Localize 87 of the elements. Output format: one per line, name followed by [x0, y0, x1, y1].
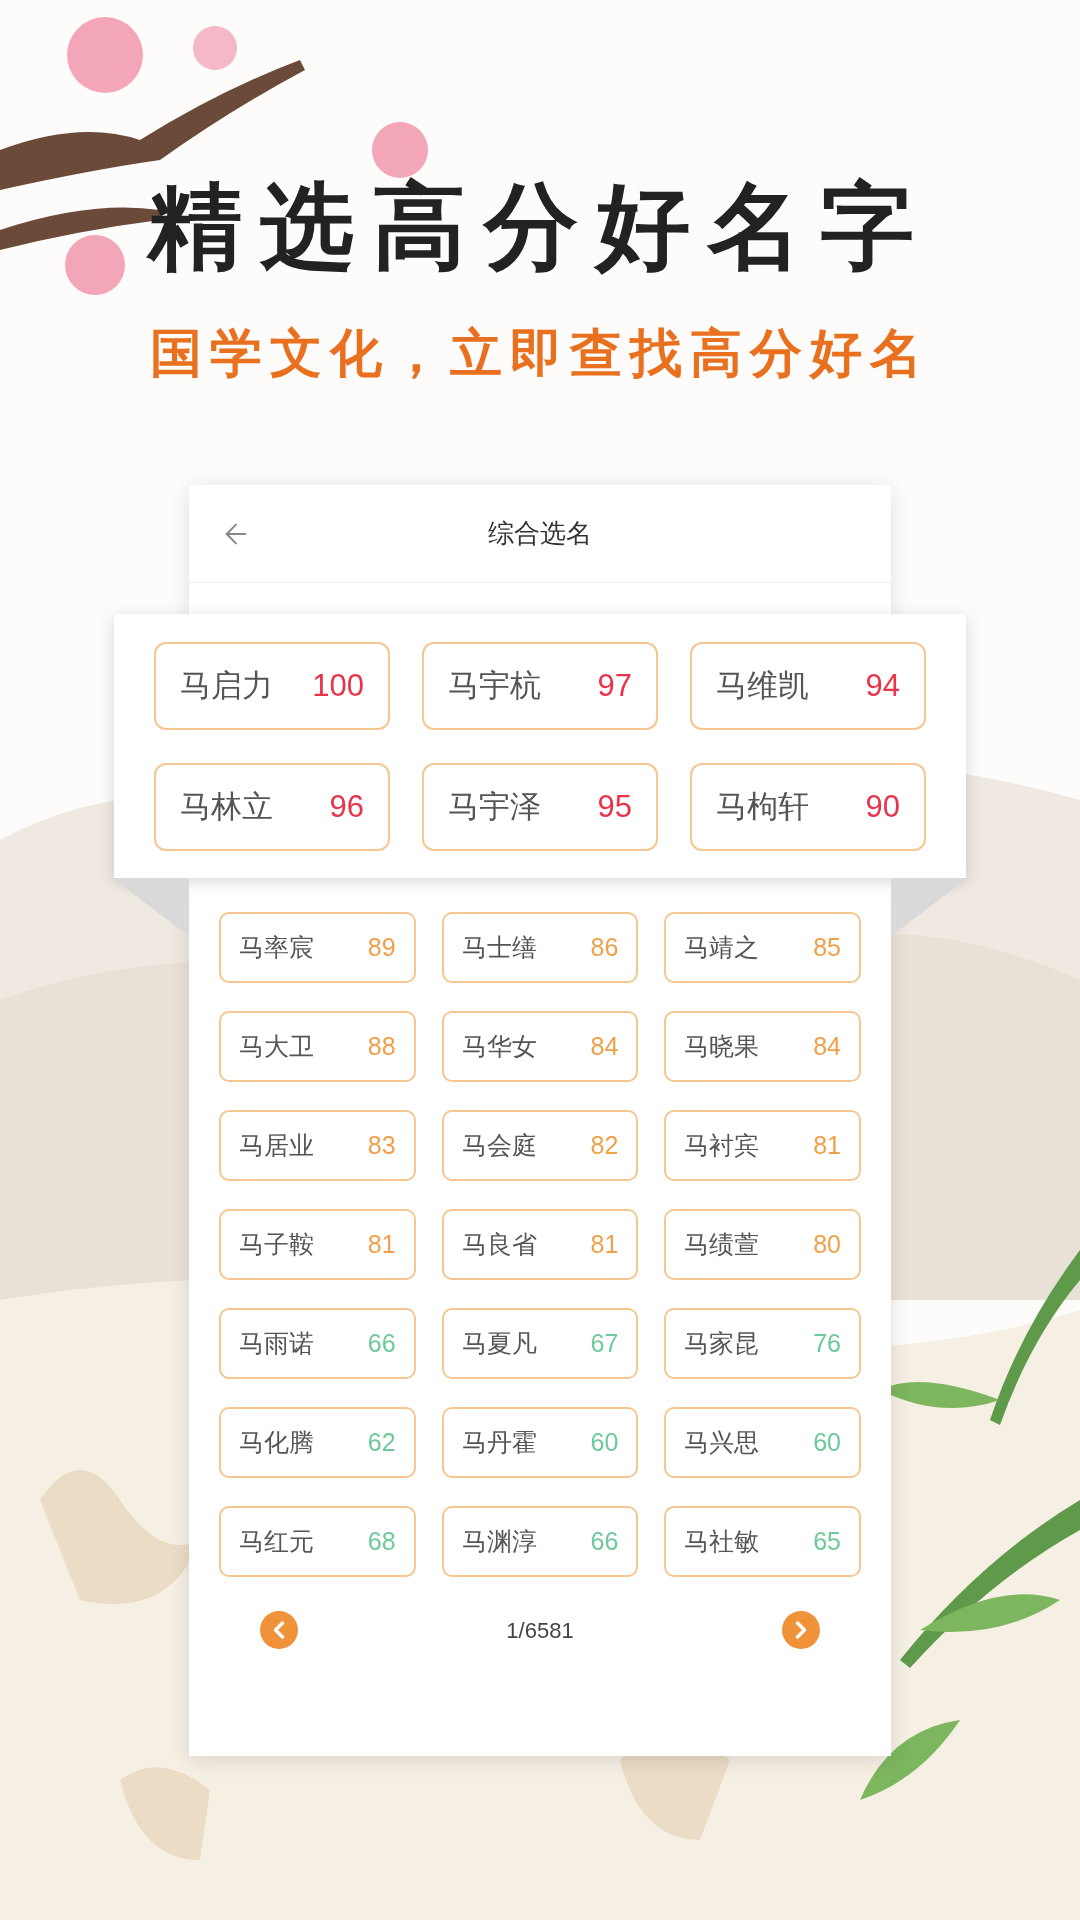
score-text: 96 — [329, 787, 364, 826]
score-text: 62 — [367, 1426, 396, 1458]
name-text: 马率宸 — [239, 931, 314, 963]
score-text: 81 — [367, 1228, 396, 1260]
score-text: 97 — [597, 666, 632, 705]
name-chip[interactable]: 马子鞍 81 — [219, 1209, 416, 1280]
score-text: 67 — [590, 1327, 619, 1359]
name-chip[interactable]: 马渊淳 66 — [441, 1506, 639, 1577]
score-text: 86 — [590, 931, 619, 963]
name-chip[interactable]: 马居业 83 — [219, 1110, 416, 1181]
name-text: 马宇杭 — [448, 666, 541, 705]
name-chip[interactable]: 马宇泽 95 — [422, 763, 658, 851]
name-chip[interactable]: 马林立 96 — [154, 763, 390, 851]
screen-title: 综合选名 — [488, 517, 592, 550]
name-chip[interactable]: 马家昆 76 — [664, 1308, 861, 1379]
name-chip[interactable]: 马宇杭 97 — [422, 642, 658, 730]
name-text: 马兴思 — [684, 1426, 760, 1458]
name-text: 马衬宾 — [684, 1129, 760, 1161]
score-text: 65 — [813, 1525, 841, 1557]
name-text: 马大卫 — [239, 1030, 314, 1062]
score-text: 60 — [590, 1426, 619, 1458]
score-text: 76 — [813, 1327, 841, 1359]
name-text: 马夏凡 — [461, 1327, 537, 1359]
name-chip[interactable]: 马红元 68 — [219, 1506, 416, 1577]
name-chip[interactable]: 马晓果 84 — [664, 1011, 861, 1082]
name-text: 马启力 — [180, 666, 273, 705]
name-chip[interactable]: 马枸轩 90 — [690, 763, 926, 851]
name-chip[interactable]: 马启力 100 — [154, 642, 390, 730]
name-chip[interactable]: 马衬宾 81 — [664, 1110, 861, 1181]
name-text: 马靖之 — [684, 931, 760, 963]
name-text: 马渊淳 — [461, 1525, 537, 1557]
name-text: 马华女 — [461, 1030, 537, 1062]
name-chip[interactable]: 马夏凡 67 — [441, 1308, 639, 1379]
score-text: 81 — [813, 1129, 841, 1161]
name-text: 马良省 — [461, 1228, 537, 1260]
score-text: 66 — [590, 1525, 619, 1557]
score-text: 68 — [367, 1525, 396, 1557]
score-text: 95 — [597, 787, 632, 826]
score-text: 88 — [367, 1030, 396, 1062]
name-chip[interactable]: 马社敏 65 — [664, 1506, 861, 1577]
page-counter: 1/6581 — [506, 1616, 574, 1645]
name-chip[interactable]: 马会庭 82 — [441, 1110, 639, 1181]
name-chip[interactable]: 马率宸 89 — [219, 912, 416, 983]
score-text: 90 — [865, 787, 900, 826]
score-text: 94 — [865, 666, 900, 705]
next-button[interactable] — [782, 1611, 820, 1649]
headline: 精选高分好名字 — [148, 174, 932, 281]
score-text: 66 — [367, 1327, 396, 1359]
name-chip[interactable]: 马靖之 85 — [664, 912, 861, 983]
name-text: 马会庭 — [461, 1129, 537, 1161]
score-text: 100 — [312, 666, 364, 705]
name-text: 马林立 — [180, 787, 273, 826]
name-text: 马红元 — [239, 1525, 314, 1557]
name-text: 马子鞍 — [239, 1228, 314, 1260]
name-text: 马化腾 — [239, 1426, 314, 1458]
score-text: 84 — [590, 1030, 619, 1062]
name-chip[interactable]: 马士缮 86 — [441, 912, 639, 983]
name-chip[interactable]: 马兴思 60 — [664, 1407, 861, 1478]
score-text: 81 — [590, 1228, 619, 1260]
score-text: 85 — [813, 931, 841, 963]
name-chip[interactable]: 马维凯 94 — [690, 642, 926, 730]
score-text: 84 — [813, 1030, 841, 1062]
previous-button[interactable] — [260, 1611, 298, 1649]
name-text: 马维凯 — [716, 666, 809, 705]
name-text: 马士缮 — [461, 931, 537, 963]
name-chip[interactable]: 马绩萱 80 — [664, 1209, 861, 1280]
name-text: 马宇泽 — [448, 787, 541, 826]
name-chip[interactable]: 马丹霍 60 — [441, 1407, 639, 1478]
name-text: 马丹霍 — [461, 1426, 537, 1458]
name-text: 马家昆 — [684, 1327, 760, 1359]
name-chip[interactable]: 马雨诺 66 — [219, 1308, 416, 1379]
name-chip[interactable]: 马化腾 62 — [219, 1407, 416, 1478]
score-text: 83 — [367, 1129, 396, 1161]
name-text: 马社敏 — [684, 1525, 760, 1557]
score-text: 80 — [813, 1228, 841, 1260]
name-text: 马晓果 — [684, 1030, 760, 1062]
name-chip[interactable]: 马华女 84 — [441, 1011, 639, 1082]
name-chip[interactable]: 马大卫 88 — [219, 1011, 416, 1082]
score-text: 82 — [590, 1129, 619, 1161]
name-text: 马雨诺 — [239, 1327, 314, 1359]
subtitle: 国学文化，立即查找高分好名 — [150, 323, 930, 384]
name-text: 马绩萱 — [684, 1228, 760, 1260]
name-text: 马枸轩 — [716, 787, 809, 826]
score-text: 60 — [813, 1426, 841, 1458]
score-text: 89 — [367, 931, 396, 963]
name-chip[interactable]: 马良省 81 — [441, 1209, 639, 1280]
name-text: 马居业 — [239, 1129, 314, 1161]
